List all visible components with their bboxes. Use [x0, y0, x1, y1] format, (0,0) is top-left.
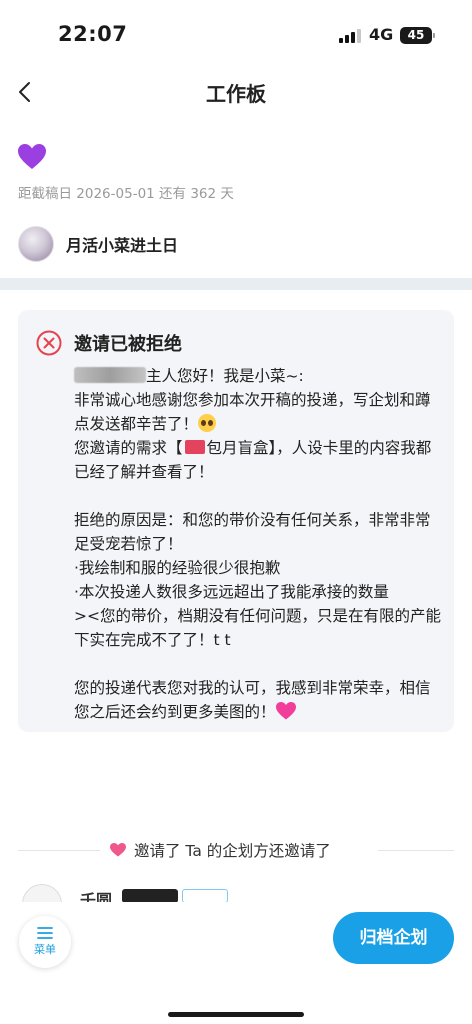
message-point-1: ·我绘制和服的经验很少很抱歉 — [74, 559, 281, 577]
message-point-2: ·本次投递人数很多远远超出了我能承接的数量 — [74, 583, 389, 601]
menu-button[interactable]: 菜单 — [19, 916, 71, 968]
author-name[interactable]: 月活小菜进土日 — [66, 232, 178, 256]
nav-bar: 工作板 — [0, 70, 472, 114]
avatar[interactable] — [18, 226, 54, 262]
archive-project-button[interactable]: 归档企划 — [333, 912, 454, 964]
ticket-icon — [184, 440, 205, 454]
message-point-3: ><您的带价，档期没有任何问题，只是在有限的产能下实在完成不了了！t t — [74, 607, 441, 649]
heart-icon — [110, 843, 126, 857]
battery-icon: 45 — [400, 27, 435, 44]
user-tag — [182, 889, 228, 902]
user-badge — [122, 889, 178, 902]
network-type: 4G — [369, 25, 394, 44]
author-row[interactable]: 月活小菜进土日 — [18, 225, 178, 263]
menu-label: 菜单 — [34, 943, 56, 956]
status-time: 22:07 — [58, 22, 128, 46]
page-title: 工作板 — [206, 82, 266, 106]
invite-section: 邀请了 Ta 的企划方还邀请了 — [0, 838, 472, 862]
message-greeting: 主人您好！我是小菜~: — [74, 364, 444, 388]
thanks-text: 非常诚心地感谢您参加本次开稿的投递，写企划和蹲点发送都辛苦了！ — [74, 391, 431, 433]
invite-text: 邀请了 Ta 的企划方还邀请了 — [134, 842, 331, 860]
pleading-face-icon — [198, 414, 217, 432]
invite-divider-right — [378, 850, 454, 851]
message-demand: 您邀请的需求【 包月盲盒】，人设卡里的内容我都已经了解并查看了！ — [74, 436, 444, 484]
status-bar: 22:07 4G 45 — [0, 0, 472, 70]
purple-heart-icon — [18, 144, 46, 169]
section-divider — [0, 278, 472, 290]
rejection-message: 主人您好！我是小菜~: 非常诚心地感谢您参加本次开稿的投递，写企划和蹲点发送都辛… — [74, 364, 444, 724]
rejection-title: 邀请已被拒绝 — [74, 334, 182, 355]
x-circle-icon — [36, 330, 62, 356]
menu-lines-icon — [37, 927, 53, 939]
invite-divider-left — [18, 850, 100, 851]
message-reason: 拒绝的原因是：和您的带价没有任何关系，非常非常足受宠若惊了！ — [74, 511, 431, 553]
invite-heading: 邀请了 Ta 的企划方还邀请了 — [110, 839, 331, 861]
message-thanks: 非常诚心地感谢您参加本次开稿的投递，写企划和蹲点发送都辛苦了！ — [74, 388, 444, 436]
bottom-bar: 菜单 归档企划 — [0, 902, 472, 1024]
list-item-name[interactable]: 千圆 — [80, 887, 112, 902]
demand-item: 包月盲盒 — [206, 439, 269, 457]
greeting-text: 主人您好！我是小菜~: — [146, 367, 304, 385]
avatar[interactable] — [22, 884, 62, 902]
pink-heart-icon — [275, 702, 296, 720]
signal-icon — [339, 28, 363, 43]
rejection-card: 邀请已被拒绝 主人您好！我是小菜~: 非常诚心地感谢您参加本次开稿的投递，写企划… — [18, 310, 454, 732]
message-closing: 您的投递代表您对我的认可，我感到非常荣幸，相信您之后还会约到更多美图的！ — [74, 676, 444, 724]
demand-prefix: 您邀请的需求【 — [74, 439, 183, 457]
home-indicator — [168, 1012, 304, 1017]
redacted-username — [74, 367, 146, 383]
deadline-text: 距截稿日 2026-05-01 还有 362 天 — [18, 186, 234, 202]
closing-text: 您的投递代表您对我的认可，我感到非常荣幸，相信您之后还会约到更多美图的！ — [74, 679, 431, 721]
list-item[interactable]: 千圆 — [0, 880, 472, 902]
